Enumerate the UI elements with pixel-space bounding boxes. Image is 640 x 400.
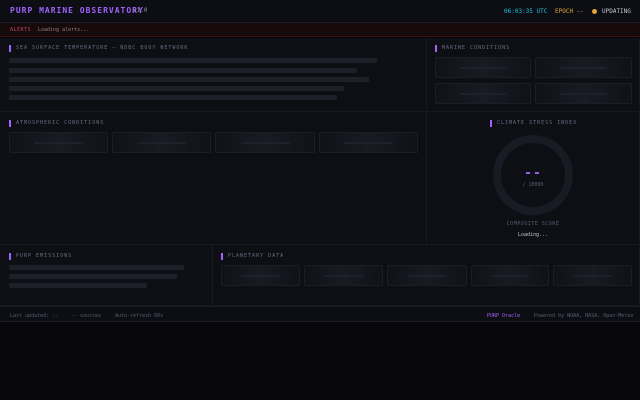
sources-count: -- sources: [71, 313, 102, 319]
epoch-readout: EPOCH --: [555, 8, 584, 15]
emissions-skeleton-row: [9, 265, 184, 270]
atmospheric-panel: ATMOSPHERIC CONDITIONS: [0, 112, 427, 245]
planetary-panel-title: PLANETARY DATA: [221, 253, 284, 260]
sst-skeleton-row: [9, 86, 344, 91]
atmospheric-panel-title: ATMOSPHERIC CONDITIONS: [9, 120, 104, 127]
sst-skeleton-row: [9, 68, 357, 73]
marine-card: [535, 83, 632, 104]
status-label: UPDATING: [602, 8, 631, 15]
atmospheric-card: [215, 132, 315, 153]
utc-clock: 06:03:35 UTC: [504, 8, 548, 15]
footer-separator: ·: [106, 313, 110, 319]
footer-separator: ·: [63, 313, 67, 319]
atmospheric-card: [9, 132, 108, 153]
alerts-label: ALERTS: [10, 27, 32, 33]
sst-skeleton-row: [9, 58, 377, 63]
alerts-bar: ALERTS Loading alerts...: [0, 23, 640, 37]
climate-loading-text: Loading...: [517, 232, 549, 238]
planetary-panel: PLANETARY DATA: [213, 245, 640, 306]
status-dot-icon: [592, 9, 597, 14]
footer-bar: Last updated: -- · -- sources · Auto-ref…: [0, 306, 640, 322]
sst-skeleton-row: [9, 95, 337, 100]
emissions-panel: PURP EMISSIONS: [0, 245, 213, 306]
emissions-skeleton-row: [9, 274, 177, 279]
emissions-skeleton-row: [9, 283, 147, 288]
sst-panel: SEA SURFACE TEMPERATURE — NDBC BUOY NETW…: [0, 38, 427, 112]
marine-panel: MARINE CONDITIONS: [427, 38, 640, 112]
planetary-card: [553, 265, 632, 286]
footer-brand: PURP Oracle: [487, 313, 521, 319]
top-bar: PURP MARINE OBSERVATORY v1.0 06:03:35 UT…: [0, 0, 640, 23]
climate-stress-title: CLIMATE STRESS INDEX: [490, 120, 577, 127]
planetary-card: [387, 265, 467, 286]
marine-panel-title: MARINE CONDITIONS: [435, 45, 510, 52]
marine-card: [435, 57, 531, 78]
planetary-card: [221, 265, 300, 286]
composite-score-label: COMPOSITE SCORE: [506, 221, 560, 227]
footer-separator: ·: [525, 313, 529, 319]
sst-panel-title: SEA SURFACE TEMPERATURE — NDBC BUOY NETW…: [9, 45, 188, 52]
version-label: v1.0: [133, 7, 148, 14]
last-updated-text: Last updated: --: [10, 313, 59, 319]
app-title: PURP MARINE OBSERVATORY: [10, 6, 144, 15]
alerts-text: Loading alerts...: [38, 27, 90, 33]
sst-skeleton-row: [9, 77, 369, 82]
powered-by-text: Powered by NOAA, NASA, Open-Meteo: [534, 313, 634, 319]
planetary-card: [471, 265, 549, 286]
atmospheric-card: [112, 132, 211, 153]
climate-stress-value: --: [524, 166, 542, 181]
climate-stress-max: / 10000: [522, 182, 544, 188]
auto-refresh-text: Auto-refresh 60s: [115, 313, 164, 319]
atmospheric-card: [319, 132, 418, 153]
marine-card: [435, 83, 531, 104]
emissions-panel-title: PURP EMISSIONS: [9, 253, 72, 260]
marine-card: [535, 57, 632, 78]
planetary-card: [304, 265, 383, 286]
